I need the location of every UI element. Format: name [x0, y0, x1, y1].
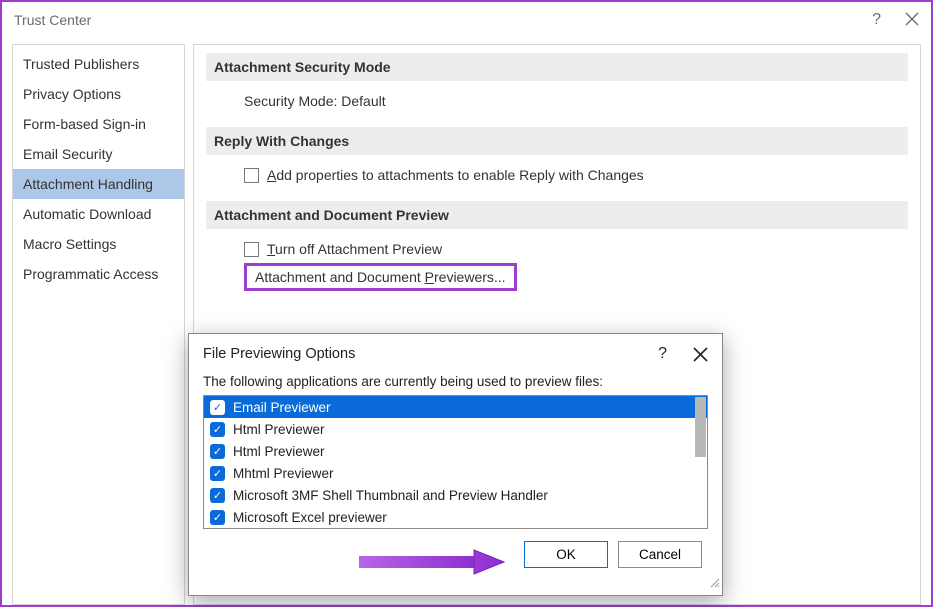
section-header-reply-changes: Reply With Changes	[206, 127, 908, 155]
list-item-label: Microsoft Excel previewer	[233, 510, 387, 525]
list-item-label: Email Previewer	[233, 400, 331, 415]
sidebar-item-macro-settings[interactable]: Macro Settings	[13, 229, 184, 259]
list-item-label: Microsoft 3MF Shell Thumbnail and Previe…	[233, 488, 548, 503]
scrollbar[interactable]	[695, 397, 706, 457]
checked-icon: ✓	[210, 466, 225, 481]
list-item[interactable]: ✓ Microsoft Excel previewer	[204, 506, 707, 528]
inner-titlebar: File Previewing Options ?	[189, 334, 722, 374]
section-header-attachment-preview: Attachment and Document Preview	[206, 201, 908, 229]
list-item[interactable]: ✓ Microsoft 3MF Shell Thumbnail and Prev…	[204, 484, 707, 506]
window-titlebar: Trust Center ?	[2, 2, 931, 38]
file-previewing-dialog: File Previewing Options ? The following …	[188, 333, 723, 596]
attachment-previewers-button[interactable]: Attachment and Document Previewers...	[244, 263, 517, 291]
list-item[interactable]: ✓ Mhtml Previewer	[204, 462, 707, 484]
checked-icon: ✓	[210, 488, 225, 503]
checkbox-label: Add properties to attachments to enable …	[267, 167, 644, 183]
sidebar-item-attachment-handling[interactable]: Attachment Handling	[13, 169, 184, 199]
inner-close-icon[interactable]	[693, 347, 708, 362]
checkbox-label: Turn off Attachment Preview	[267, 241, 442, 257]
close-icon[interactable]	[905, 12, 919, 29]
window-title: Trust Center	[14, 12, 91, 28]
sidebar-item-form-based-sign-in[interactable]: Form-based Sign-in	[13, 109, 184, 139]
list-item-label: Html Previewer	[233, 444, 325, 459]
checkbox-icon	[244, 168, 259, 183]
list-item-label: Mhtml Previewer	[233, 466, 334, 481]
sidebar: Trusted Publishers Privacy Options Form-…	[12, 44, 185, 605]
checked-icon: ✓	[210, 510, 225, 525]
checkbox-add-properties[interactable]: Add properties to attachments to enable …	[244, 167, 908, 183]
checked-icon: ✓	[210, 444, 225, 459]
sidebar-item-trusted-publishers[interactable]: Trusted Publishers	[13, 49, 184, 79]
help-icon[interactable]: ?	[872, 11, 881, 29]
cancel-button[interactable]: Cancel	[618, 541, 702, 568]
checkbox-turn-off-preview[interactable]: Turn off Attachment Preview	[244, 241, 908, 257]
sidebar-item-privacy-options[interactable]: Privacy Options	[13, 79, 184, 109]
inner-description: The following applications are currently…	[203, 374, 708, 389]
ok-button[interactable]: OK	[524, 541, 608, 568]
security-mode-value: Security Mode: Default	[206, 93, 908, 109]
list-item[interactable]: ✓ Email Previewer	[204, 396, 707, 418]
sidebar-item-email-security[interactable]: Email Security	[13, 139, 184, 169]
list-item[interactable]: ✓ Html Previewer	[204, 418, 707, 440]
previewers-listbox[interactable]: ✓ Email Previewer ✓ Html Previewer ✓ Htm…	[203, 395, 708, 529]
inner-help-icon[interactable]: ?	[658, 345, 667, 363]
checked-icon: ✓	[210, 400, 225, 415]
resize-grip-icon[interactable]	[708, 575, 720, 593]
sidebar-item-automatic-download[interactable]: Automatic Download	[13, 199, 184, 229]
list-item[interactable]: ✓ Html Previewer	[204, 440, 707, 462]
checked-icon: ✓	[210, 422, 225, 437]
list-item-label: Html Previewer	[233, 422, 325, 437]
inner-title: File Previewing Options	[203, 346, 355, 362]
sidebar-item-programmatic-access[interactable]: Programmatic Access	[13, 259, 184, 289]
section-header-security-mode: Attachment Security Mode	[206, 53, 908, 81]
checkbox-icon	[244, 242, 259, 257]
